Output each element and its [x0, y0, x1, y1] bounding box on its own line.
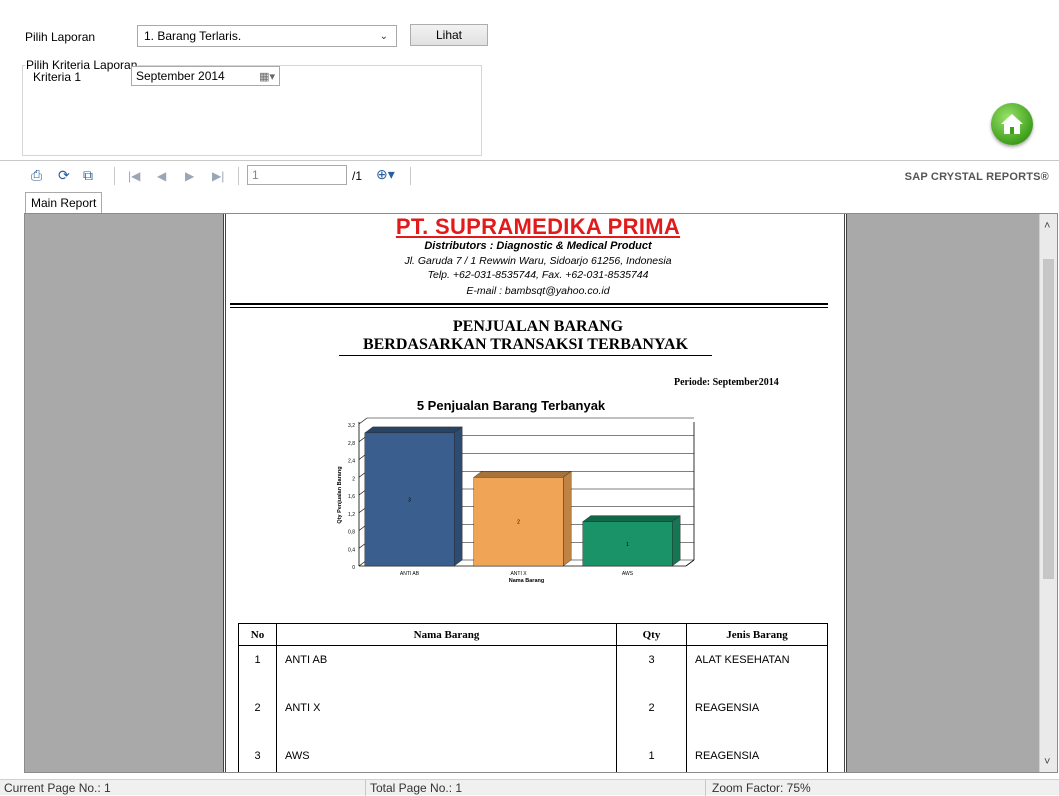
- x-tick-label: AWS: [622, 571, 634, 577]
- y-tick-label: 3,2: [348, 423, 355, 429]
- report-periode: Periode: September2014: [674, 377, 779, 388]
- row-qty: 2: [616, 693, 687, 742]
- table-row: 1 ANTI AB 3 ALAT KESEHATAN: [238, 645, 828, 694]
- x-axis-label: Nama Barang: [509, 578, 544, 584]
- first-page-icon[interactable]: |◀: [128, 169, 140, 183]
- y-tick-label: 1,6: [348, 494, 355, 500]
- print-icon[interactable]: ⎙: [31, 167, 42, 184]
- next-page-icon[interactable]: ▶: [185, 169, 194, 183]
- row-nama: AWS: [276, 741, 617, 772]
- status-bar: Current Page No.: 1 Total Page No.: 1 Zo…: [0, 779, 1059, 796]
- y-axis-label: Qty Penjualan Barang: [337, 466, 343, 523]
- y-tick-label: 2,8: [348, 441, 355, 447]
- status-total-page: Total Page No.: 1: [370, 781, 463, 795]
- company-address: Jl. Garuda 7 / 1 Rewwin Waru, Sidoarjo 6…: [404, 255, 672, 267]
- copy-icon[interactable]: ⧉: [83, 167, 93, 184]
- pilih-laporan-label: Pilih Laporan: [25, 30, 96, 44]
- report-page: PT. SUPRAMEDIKA PRIMA Distributors : Dia…: [223, 214, 847, 772]
- pilih-laporan-value: 1. Barang Terlaris.: [144, 29, 242, 43]
- row-jenis: REAGENSIA: [686, 693, 828, 742]
- scroll-thumb[interactable]: [1043, 259, 1054, 579]
- bar-chart: 0 0,4 0,8 1,2 1,6 2 2,4 2,8 3,2 3 ANTI AB 2 ANTI X 1 A…: [337, 417, 695, 584]
- calendar-dropdown-icon[interactable]: ▦▾: [259, 70, 275, 83]
- viewer-toolbar: ⎙ ⟳ ⧉ |◀ ◀ ▶ ▶| 1 /1 ⊕▾ SAP CRYSTAL REPO…: [0, 161, 1059, 189]
- kriteria-date-value: September 2014: [136, 69, 225, 83]
- y-tick-label: 0,4: [348, 547, 355, 553]
- bar-side: [671, 515, 681, 567]
- y-tick-label: 1,2: [348, 512, 355, 518]
- row-no: 3: [238, 741, 277, 772]
- page-number-input[interactable]: 1: [247, 165, 347, 185]
- kriteria-date-picker[interactable]: September 2014 ▦▾: [131, 66, 280, 86]
- y-tick-label: 0: [352, 565, 355, 571]
- col-no-header: No: [238, 623, 277, 646]
- y-tick-label: 2: [352, 476, 355, 482]
- row-no: 1: [238, 645, 277, 694]
- company-email: E-mail : bambsqt@yahoo.co.id: [466, 285, 610, 297]
- x-tick-label: ANTI X: [510, 571, 527, 577]
- row-nama: ANTI X: [276, 693, 617, 742]
- table-row: 2 ANTI X 2 REAGENSIA: [238, 693, 828, 742]
- x-tick-label: ANTI AB: [400, 571, 420, 577]
- floor-edge: [685, 559, 695, 567]
- zoom-icon[interactable]: ⊕▾: [376, 166, 395, 183]
- row-qty: 1: [616, 741, 687, 772]
- col-jenis-header: Jenis Barang: [686, 623, 828, 646]
- col-nama-header: Nama Barang: [276, 623, 617, 646]
- company-name: PT. SUPRAMEDIKA PRIMA: [395, 214, 681, 239]
- report-title-line2: BERDASARKAN TRANSAKSI TERBANYAK: [339, 336, 712, 356]
- kriteria-label: Kriteria 1: [33, 70, 82, 84]
- data-label: 2: [517, 520, 520, 526]
- row-nama: ANTI AB: [276, 645, 617, 694]
- bar-top: [582, 515, 681, 522]
- report-canvas: PT. SUPRAMEDIKA PRIMA Distributors : Dia…: [24, 213, 1058, 773]
- data-label: 1: [626, 542, 629, 548]
- scroll-up-icon[interactable]: ˄: [1044, 220, 1050, 232]
- page-total: /1: [352, 169, 363, 183]
- header-divider: [230, 303, 828, 305]
- y-tick-label: 0,8: [348, 530, 355, 536]
- grid-line: [358, 417, 368, 425]
- bar-top: [364, 426, 463, 434]
- bar-top: [473, 471, 572, 478]
- chart-title: 5 Penjualan Barang Terbanyak: [416, 398, 606, 413]
- row-qty: 3: [616, 645, 687, 694]
- report-viewer: ⎙ ⟳ ⧉ |◀ ◀ ▶ ▶| 1 /1 ⊕▾ SAP CRYSTAL REPO…: [0, 160, 1059, 796]
- row-no: 2: [238, 693, 277, 742]
- report-title-line1: PENJUALAN BARANG: [452, 318, 624, 335]
- sap-crystal-brand: SAP CRYSTAL REPORTS®: [904, 171, 1049, 183]
- data-label: 3: [408, 497, 411, 503]
- previous-page-icon[interactable]: ◀: [157, 169, 166, 183]
- home-icon: [1001, 114, 1023, 134]
- bar-side: [562, 470, 572, 567]
- chevron-down-icon: ⌄: [379, 31, 388, 42]
- y-tick-label: 2,4: [348, 459, 355, 465]
- status-current-page: Current Page No.: 1: [4, 781, 111, 795]
- status-zoom-factor: Zoom Factor: 75%: [712, 781, 811, 795]
- vertical-scrollbar[interactable]: ˄ ˅: [1039, 214, 1057, 772]
- home-button[interactable]: [991, 103, 1033, 145]
- scroll-down-icon[interactable]: ˅: [1044, 756, 1050, 768]
- refresh-icon[interactable]: ⟳: [58, 167, 70, 184]
- company-distributor: Distributors : Diagnostic & Medical Prod…: [424, 240, 652, 252]
- report-table: No Nama Barang Qty Jenis Barang 1 ANTI A…: [238, 623, 828, 772]
- last-page-icon[interactable]: ▶|: [212, 169, 224, 183]
- bar-side: [453, 426, 463, 567]
- lihat-button[interactable]: Lihat: [410, 24, 488, 46]
- company-phone: Telp. +62-031-8535744, Fax. +62-031-8535…: [427, 269, 649, 281]
- row-jenis: REAGENSIA: [686, 741, 828, 772]
- pilih-laporan-select[interactable]: 1. Barang Terlaris. ⌄: [137, 25, 397, 47]
- tab-main-report[interactable]: Main Report: [25, 192, 103, 214]
- table-row: 3 AWS 1 REAGENSIA: [238, 741, 828, 772]
- row-jenis: ALAT KESEHATAN: [686, 645, 828, 694]
- col-qty-header: Qty: [616, 623, 687, 646]
